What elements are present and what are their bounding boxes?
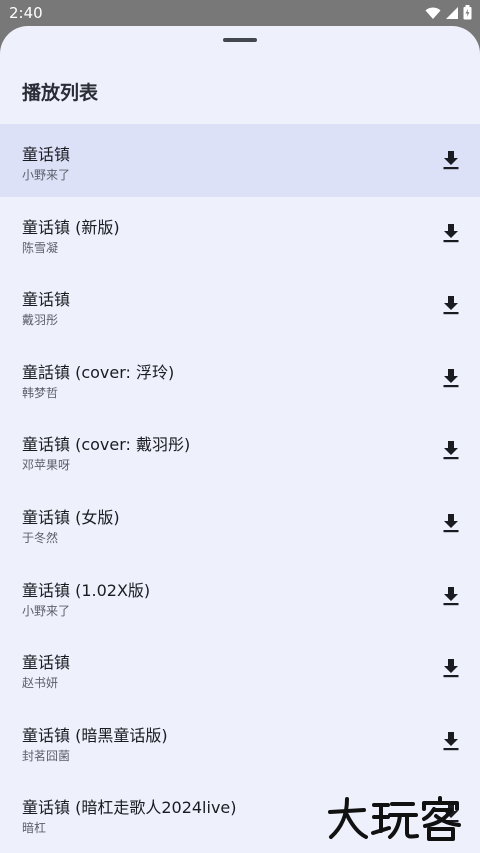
playlist-row[interactable]: 童话镇 (女版) 于冬然 bbox=[0, 487, 480, 560]
drag-handle[interactable] bbox=[223, 38, 257, 42]
track-title: 童话镇 (女版) bbox=[22, 507, 120, 527]
download-icon[interactable] bbox=[440, 656, 462, 680]
track-list: 童话镇 小野来了 童话镇 (新版) 陈雪凝 童话镇 戴羽彤 童話镇 (cover: 浮玲) 韩… bbox=[0, 124, 480, 850]
playlist-row[interactable]: 童话镇 (新版) 陈雪凝 bbox=[0, 197, 480, 270]
track-title: 童話镇 (cover: 浮玲) bbox=[22, 362, 175, 382]
download-icon[interactable] bbox=[440, 584, 462, 608]
playlist-row[interactable]: 童话镇 小野来了 bbox=[0, 124, 480, 197]
download-icon[interactable] bbox=[440, 729, 462, 753]
download-icon[interactable] bbox=[440, 148, 462, 172]
track-artist: 戴羽彤 bbox=[22, 313, 59, 328]
download-icon[interactable] bbox=[440, 438, 462, 462]
status-bar: 2:40 bbox=[0, 0, 480, 26]
playlist-row[interactable]: 童话镇 (cover: 戴羽彤) 邓苹果呀 bbox=[0, 414, 480, 487]
playlist-row[interactable]: 童话镇 (1.02X版) 小野来了 bbox=[0, 560, 480, 633]
status-time: 2:40 bbox=[9, 4, 43, 22]
track-artist: 陈雪凝 bbox=[22, 240, 59, 255]
playlist-row[interactable]: 童话镇 赵书妍 bbox=[0, 632, 480, 705]
sheet-title: 播放列表 bbox=[22, 82, 99, 104]
track-title: 童话镇 (新版) bbox=[22, 217, 120, 237]
playlist-row[interactable]: 童话镇 戴羽彤 bbox=[0, 269, 480, 342]
battery-icon bbox=[463, 5, 472, 20]
track-artist: 小野来了 bbox=[22, 168, 71, 182]
track-title: 童话镇 (暗杠走歌人2024live) bbox=[22, 798, 237, 818]
track-artist: 邓苹果呀 bbox=[22, 458, 71, 473]
download-icon[interactable] bbox=[440, 366, 462, 390]
track-title: 童话镇 (cover: 戴羽彤) bbox=[22, 435, 191, 455]
track-artist: 暗杠 bbox=[22, 821, 47, 836]
playlist-bottom-sheet: 播放列表 童话镇 小野来了 童话镇 (新版) 陈雪凝 童话镇 戴羽彤 童話镇 (cover:… bbox=[0, 26, 480, 853]
track-artist: 封茗囧菌 bbox=[22, 748, 71, 763]
track-artist: 韩梦哲 bbox=[22, 385, 59, 400]
download-icon[interactable] bbox=[440, 221, 462, 245]
signal-icon bbox=[446, 6, 458, 20]
playlist-row[interactable]: 童話镇 (cover: 浮玲) 韩梦哲 bbox=[0, 342, 480, 415]
track-title: 童话镇 bbox=[22, 290, 71, 310]
download-icon[interactable] bbox=[440, 511, 462, 535]
playlist-row[interactable]: 童话镇 (暗黑童话版) 封茗囧菌 bbox=[0, 705, 480, 778]
track-title: 童话镇 bbox=[22, 653, 71, 673]
track-title: 童话镇 bbox=[22, 145, 71, 164]
track-title: 童话镇 (暗黑童话版) bbox=[22, 725, 168, 745]
track-title: 童话镇 (1.02X版) bbox=[22, 580, 151, 600]
track-artist: 于冬然 bbox=[22, 530, 59, 545]
track-artist: 小野来了 bbox=[22, 603, 71, 618]
wifi-icon bbox=[425, 6, 441, 20]
download-icon[interactable] bbox=[440, 293, 462, 317]
status-icons bbox=[425, 5, 472, 20]
watermark-logo bbox=[328, 796, 461, 841]
track-artist: 赵书妍 bbox=[22, 676, 59, 691]
